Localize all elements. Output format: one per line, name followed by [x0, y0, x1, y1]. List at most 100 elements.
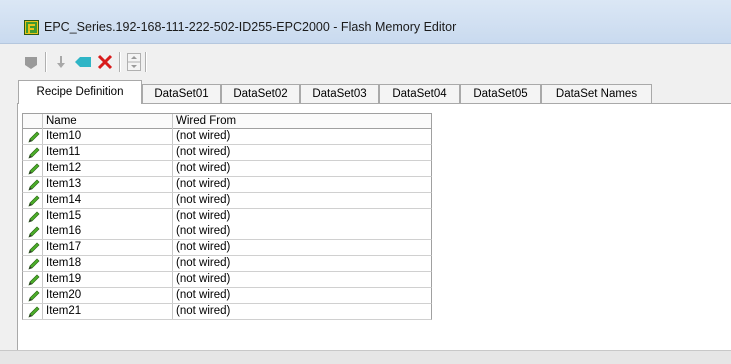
- download-button[interactable]: [52, 52, 70, 72]
- tab-dataset03[interactable]: DataSet03: [300, 84, 379, 103]
- column-divider: [42, 192, 43, 208]
- wired-from-cell[interactable]: (not wired): [176, 209, 230, 224]
- column-header-name[interactable]: Name: [43, 114, 191, 129]
- toolbar-separator: [145, 52, 147, 72]
- column-divider: [172, 224, 173, 240]
- item-name-cell[interactable]: Item20: [46, 288, 81, 303]
- column-divider: [42, 240, 43, 256]
- tab-dataset02[interactable]: DataSet02: [221, 84, 300, 103]
- column-divider: [42, 114, 43, 130]
- wired-from-cell[interactable]: (not wired): [176, 177, 230, 192]
- column-divider: [172, 176, 173, 192]
- spin-up-down-icon: [127, 53, 141, 71]
- column-divider: [172, 208, 173, 224]
- table-row[interactable]: Item21 (not wired): [22, 303, 432, 320]
- column-divider: [42, 303, 43, 319]
- column-divider: [42, 224, 43, 240]
- tag-icon: [25, 57, 37, 69]
- item-name-cell[interactable]: Item13: [46, 177, 81, 192]
- wired-from-cell[interactable]: (not wired): [176, 304, 230, 319]
- wired-from-cell[interactable]: (not wired): [176, 288, 230, 303]
- column-divider: [42, 208, 43, 224]
- table-row[interactable]: Item15 (not wired): [22, 208, 432, 225]
- item-name-cell[interactable]: Item12: [46, 161, 81, 176]
- item-name-cell[interactable]: Item16: [46, 224, 81, 239]
- item-name-cell[interactable]: Item18: [46, 256, 81, 271]
- column-divider: [42, 144, 43, 160]
- table-row[interactable]: Item12 (not wired): [22, 160, 432, 177]
- table-row[interactable]: Item14 (not wired): [22, 192, 432, 209]
- delete-icon: [97, 54, 113, 70]
- column-divider: [172, 129, 173, 144]
- table-row[interactable]: Item17 (not wired): [22, 240, 432, 257]
- title-bar: EPC_Series.192-168-111-222-502-ID255-EPC…: [0, 0, 731, 44]
- table-row[interactable]: Item18 (not wired): [22, 256, 432, 273]
- wired-from-cell[interactable]: (not wired): [176, 224, 230, 239]
- column-divider: [172, 256, 173, 272]
- table-row[interactable]: Item13 (not wired): [22, 176, 432, 193]
- column-divider: [42, 288, 43, 303]
- pencil-icon: [28, 306, 40, 318]
- item-name-cell[interactable]: Item11: [46, 145, 80, 160]
- column-divider: [42, 256, 43, 272]
- wired-from-cell[interactable]: (not wired): [176, 129, 230, 144]
- wired-from-cell[interactable]: (not wired): [176, 193, 230, 208]
- column-divider: [172, 303, 173, 319]
- pencil-icon: [28, 179, 40, 191]
- eraser-button[interactable]: [73, 52, 93, 72]
- table-row[interactable]: Item11 (not wired): [22, 144, 432, 161]
- item-name-cell[interactable]: Item21: [46, 304, 81, 319]
- pencil-icon: [28, 163, 40, 175]
- pencil-icon: [28, 274, 40, 286]
- tab-recipe-definition[interactable]: Recipe Definition: [18, 80, 142, 104]
- column-divider: [172, 192, 173, 208]
- eraser-icon: [75, 57, 91, 67]
- grid-header: Name Wired From: [22, 113, 432, 130]
- column-divider: [172, 160, 173, 176]
- tab-dataset01[interactable]: DataSet01: [142, 84, 221, 103]
- horizontal-scrollbar[interactable]: [0, 350, 731, 364]
- column-header-wired-from[interactable]: Wired From: [173, 114, 431, 129]
- column-divider: [172, 240, 173, 256]
- item-name-cell[interactable]: Item15: [46, 209, 81, 224]
- pencil-icon: [28, 290, 40, 302]
- tag-button[interactable]: [20, 52, 42, 72]
- flash-memory-editor-window: EPC_Series.192-168-111-222-502-ID255-EPC…: [0, 0, 731, 364]
- toolbar-separator: [119, 52, 121, 72]
- tab-dataset05[interactable]: DataSet05: [460, 84, 541, 103]
- pencil-icon: [28, 195, 40, 207]
- wired-from-cell[interactable]: (not wired): [176, 240, 230, 255]
- pencil-icon: [28, 131, 40, 143]
- table-row[interactable]: Item10 (not wired): [22, 129, 432, 145]
- pencil-icon: [28, 242, 40, 254]
- tab-dataset04[interactable]: DataSet04: [379, 84, 460, 103]
- pencil-icon: [28, 147, 40, 159]
- item-name-cell[interactable]: Item14: [46, 193, 81, 208]
- item-name-cell[interactable]: Item17: [46, 240, 81, 255]
- pencil-icon: [28, 226, 40, 238]
- item-name-cell[interactable]: Item19: [46, 272, 81, 287]
- table-row[interactable]: Item20 (not wired): [22, 288, 432, 304]
- wired-from-cell[interactable]: (not wired): [176, 256, 230, 271]
- item-name-cell[interactable]: Item10: [46, 129, 81, 144]
- toolbar-separator: [45, 52, 47, 72]
- column-divider: [42, 272, 43, 288]
- spin-button[interactable]: [126, 52, 142, 72]
- wired-from-cell[interactable]: (not wired): [176, 145, 230, 160]
- table-row[interactable]: Item19 (not wired): [22, 272, 432, 289]
- app-icon: [24, 20, 39, 35]
- pencil-icon: [28, 258, 40, 270]
- table-row[interactable]: Item16 (not wired): [22, 224, 432, 241]
- column-divider: [42, 160, 43, 176]
- column-divider: [42, 129, 43, 144]
- delete-button[interactable]: [95, 52, 115, 72]
- wired-from-cell[interactable]: (not wired): [176, 272, 230, 287]
- column-divider: [42, 176, 43, 192]
- column-divider: [172, 272, 173, 288]
- download-arrow-icon: [57, 56, 65, 68]
- tab-dataset-names[interactable]: DataSet Names: [541, 84, 652, 103]
- wired-from-cell[interactable]: (not wired): [176, 161, 230, 176]
- column-divider: [172, 144, 173, 160]
- column-divider: [172, 288, 173, 303]
- pencil-icon: [28, 211, 40, 223]
